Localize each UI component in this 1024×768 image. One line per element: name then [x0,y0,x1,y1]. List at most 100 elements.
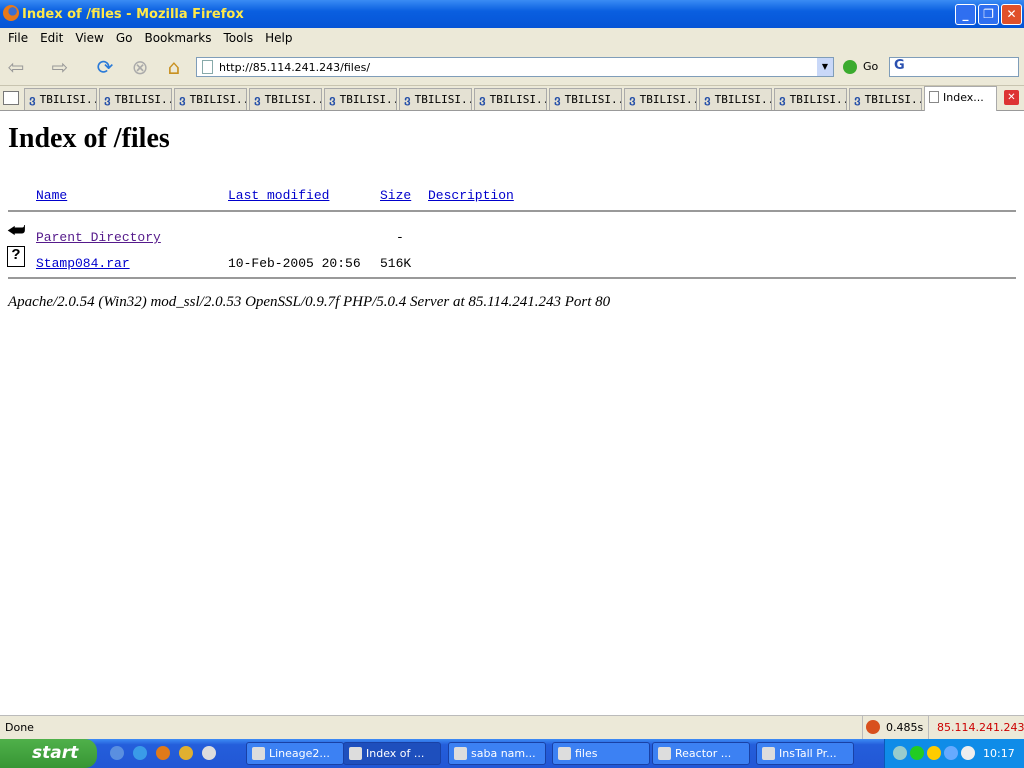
menu-file[interactable]: File [3,31,33,45]
clock: 10:17 [983,747,1015,760]
site-favicon-icon: ვ [779,93,786,106]
url-dropdown[interactable]: ▼ [817,58,833,76]
site-favicon-icon: ვ [254,93,261,106]
taskbar-item[interactable]: saba nam... [448,742,546,765]
taskbar: start Lineage2... Index of ... saba nam...… [0,739,1024,768]
taskbar-item[interactable]: Lineage2... [246,742,344,765]
menu-edit[interactable]: Edit [35,31,68,45]
site-favicon-icon: ვ [179,93,186,106]
navigation-toolbar: ⇦ ⇨ ⟳ ⊗ ⌂ http://85.114.241.243/files/ ▼… [0,48,1024,86]
tab-tbilisi[interactable]: ვTBILISI... [174,88,247,110]
title-bar: Index of /files - Mozilla Firefox _ ❐ ✕ [0,0,1024,28]
col-name[interactable]: Name [36,188,67,203]
menu-go[interactable]: Go [111,31,138,45]
col-size[interactable]: Size [380,188,411,203]
status-text: Done [5,721,34,734]
tab-tbilisi[interactable]: ვTBILISI... [474,88,547,110]
site-favicon-icon: ვ [29,93,36,106]
tray-clock-icon[interactable] [961,746,975,760]
search-box[interactable]: G [889,57,1019,77]
start-button[interactable]: start [0,739,97,768]
tab-index-active[interactable]: Index... [924,86,997,111]
tab-tbilisi[interactable]: ვTBILISI... [699,88,772,110]
taskbar-item[interactable]: Reactor ... [652,742,750,765]
url-text: http://85.114.241.243/files/ [219,61,371,74]
row-size: - [396,230,404,245]
minimize-button[interactable]: _ [955,4,976,25]
unknown-file-icon: ? [7,246,25,267]
site-favicon-icon: ვ [629,93,636,106]
tab-label: TBILISI... [414,93,471,106]
tab-tbilisi[interactable]: ვTBILISI... [774,88,847,110]
page-title: Index of /files [8,123,170,154]
close-button[interactable]: ✕ [1001,4,1022,25]
col-description[interactable]: Description [428,188,514,203]
taskbar-item-label: files [575,747,598,760]
google-icon: G [894,58,905,73]
tab-tbilisi[interactable]: ვTBILISI... [399,88,472,110]
go-icon [843,60,857,74]
site-favicon-icon: ვ [479,93,486,106]
back-icon: ⮨ [7,221,26,244]
parent-directory-link[interactable]: Parent Directory [36,230,161,245]
menu-help[interactable]: Help [260,31,297,45]
tray-expand-icon[interactable] [893,746,907,760]
taskbar-item-label: InsTall Pr... [779,747,837,760]
go-button[interactable]: Go [843,60,878,74]
firefox-icon[interactable] [156,746,170,760]
app-icon [658,747,671,760]
taskbar-item-label: Reactor ... [675,747,732,760]
tab-tbilisi[interactable]: ვTBILISI... [549,88,622,110]
winamp-icon[interactable] [179,746,193,760]
taskbar-item[interactable]: Index of ... [343,742,441,765]
quicklaunch-icon[interactable] [110,746,124,760]
tab-tbilisi[interactable]: ვTBILISI... [624,88,697,110]
site-favicon-icon: ვ [104,93,111,106]
menu-bookmarks[interactable]: Bookmarks [139,31,216,45]
tab-label: TBILISI... [714,93,771,106]
taskbar-item[interactable]: InsTall Pr... [756,742,854,765]
tab-tbilisi[interactable]: ვTBILISI... [24,88,97,110]
site-favicon-icon: ვ [704,93,711,106]
site-favicon-icon: ვ [329,93,336,106]
back-button[interactable]: ⇦ [4,56,28,78]
ie-icon[interactable] [133,746,147,760]
media-player-icon[interactable] [202,746,216,760]
tab-tbilisi[interactable]: ვTBILISI... [849,88,922,110]
tab-label: TBILISI... [114,93,171,106]
divider [8,210,1016,212]
new-tab-icon[interactable] [3,91,19,105]
forward-button[interactable]: ⇨ [48,56,72,78]
page-icon [202,60,213,74]
reload-button[interactable]: ⟳ [93,56,117,78]
col-last-modified[interactable]: Last modified [228,188,329,203]
divider [8,277,1016,279]
taskbar-item[interactable]: files [552,742,650,765]
tray-clover-icon[interactable] [910,746,924,760]
menu-tools[interactable]: Tools [219,31,259,45]
home-button[interactable]: ⌂ [162,56,186,78]
system-tray: 10:17 [884,739,1024,768]
tray-smiley-icon[interactable] [927,746,941,760]
tab-label: TBILISI... [264,93,321,106]
tab-tbilisi[interactable]: ვTBILISI... [249,88,322,110]
app-icon [349,747,362,760]
tab-label: TBILISI... [339,93,396,106]
status-bar: Done 0.485s 85.114.241.243 [0,715,1024,739]
file-link[interactable]: Stamp084.rar [36,256,130,271]
close-tab-button[interactable]: ✕ [1004,90,1019,105]
site-favicon-icon: ვ [854,93,861,106]
site-favicon-icon: ვ [554,93,561,106]
firefox-icon [3,5,19,21]
url-bar[interactable]: http://85.114.241.243/files/ ▼ [196,57,834,77]
menu-view[interactable]: View [70,31,108,45]
tab-tbilisi[interactable]: ვTBILISI... [324,88,397,110]
tab-label: TBILISI... [789,93,846,106]
load-timer-icon [866,720,880,734]
page-content: Index of /files Name Last modified Size … [0,112,1024,715]
maximize-button[interactable]: ❐ [978,4,999,25]
tab-tbilisi[interactable]: ვTBILISI... [99,88,172,110]
stop-button[interactable]: ⊗ [128,56,152,78]
tab-label: TBILISI... [39,93,96,106]
tray-network-icon[interactable] [944,746,958,760]
